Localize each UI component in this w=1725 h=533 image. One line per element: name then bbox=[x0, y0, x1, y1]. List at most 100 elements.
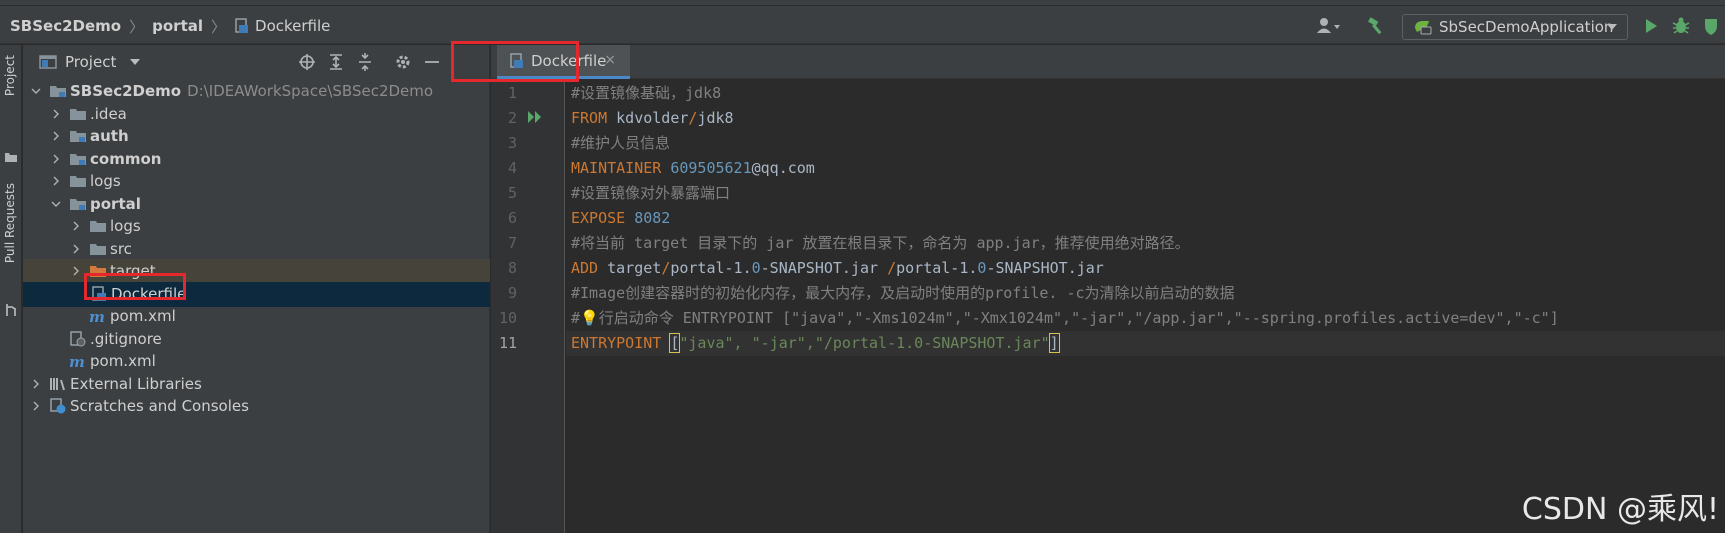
project-tool-window-tab[interactable]: Project bbox=[3, 55, 17, 96]
chevron-down-icon bbox=[31, 88, 41, 94]
breadcrumb-file-label: Dockerfile bbox=[255, 17, 331, 35]
chevron-right-icon bbox=[73, 244, 79, 253]
folder-icon bbox=[90, 221, 106, 232]
tree-item-external-libraries[interactable]: External Libraries bbox=[23, 372, 490, 397]
code-token: EXPOSE bbox=[571, 209, 626, 227]
code-token: "java", "-jar","/portal-1.0-SNAPSHOT.jar… bbox=[679, 334, 1050, 352]
tree-item-idea[interactable]: .idea bbox=[23, 102, 490, 127]
menu-bar-edge bbox=[0, 0, 1725, 6]
tree-item-label: Scratches and Consoles bbox=[70, 397, 249, 415]
code-token: -SNAPSHOT.jar bbox=[986, 259, 1104, 277]
code-token: #Image创建容器时的初始化内存，最大内存，及启动时使用的profile. -… bbox=[571, 284, 1235, 302]
run-gutter-icon[interactable] bbox=[527, 110, 545, 124]
code-line[interactable]: #设置镜像对外暴露端口 bbox=[566, 181, 1725, 206]
debug-button[interactable] bbox=[1671, 14, 1691, 38]
chevron-right-icon bbox=[73, 221, 79, 231]
tree-item-label: .gitignore bbox=[90, 329, 162, 348]
code-token: jdk8 bbox=[697, 109, 734, 127]
user-icon bbox=[1317, 18, 1340, 33]
gear-icon[interactable] bbox=[394, 53, 412, 71]
expand-all-icon[interactable] bbox=[327, 53, 345, 71]
code-line[interactable]: #将当前 target 目录下的 jar 放置在根目录下，命名为 app.jar… bbox=[566, 231, 1725, 256]
code-token: / bbox=[887, 259, 897, 277]
code-token: / bbox=[661, 259, 671, 277]
tree-item-label: .idea bbox=[90, 104, 127, 123]
code-line[interactable]: ADD target/portal-1.0-SNAPSHOT.jar /port… bbox=[566, 256, 1725, 281]
code-token: MAINTAINER bbox=[571, 159, 662, 177]
code-token: #设置镜像对外暴露端口 bbox=[571, 184, 731, 202]
code-line[interactable]: FROM kdvolder/jdk8 bbox=[566, 106, 1725, 131]
code-line[interactable]: ENTRYPOINT ["java", "-jar","/portal-1.0-… bbox=[566, 331, 1725, 356]
svg-text:m: m bbox=[69, 353, 85, 369]
code-line[interactable]: EXPOSE 8082 bbox=[566, 206, 1725, 231]
breadcrumb-separator: 〉 bbox=[211, 17, 227, 36]
line-number: 4 bbox=[507, 159, 517, 177]
code-token: @qq.com bbox=[751, 159, 815, 177]
line-number: 9 bbox=[507, 284, 517, 302]
code-token: #维护人员信息 bbox=[571, 134, 671, 152]
bug-icon bbox=[1672, 17, 1690, 34]
tree-item-label: logs bbox=[110, 217, 141, 235]
line-number: 2 bbox=[507, 109, 517, 127]
chevron-down-icon[interactable] bbox=[130, 59, 141, 65]
shield-icon bbox=[1705, 19, 1717, 35]
code-token: 609505621 bbox=[661, 159, 752, 177]
close-icon[interactable]: × bbox=[604, 52, 616, 68]
tree-item-scratches[interactable]: Scratches and Consoles bbox=[23, 394, 490, 419]
code-token: #设置镜像基础，jdk8 bbox=[571, 84, 722, 102]
breadcrumb-project[interactable]: SBSec2Demo bbox=[10, 17, 121, 35]
code-line[interactable]: #维护人员信息 bbox=[566, 131, 1725, 156]
project-panel-header: Project bbox=[23, 45, 490, 79]
breadcrumb: SBSec2Demo 〉 portal 〉 Dockerfile bbox=[10, 16, 330, 36]
project-path: D:\IDEAWorkSpace\SBSec2Demo bbox=[187, 82, 434, 100]
run-configuration-label: SbSecDemoApplication bbox=[1439, 18, 1614, 36]
code-line[interactable]: MAINTAINER 609505621@qq.com bbox=[566, 156, 1725, 181]
tree-item-label: auth bbox=[90, 127, 129, 145]
tree-item-root-pom[interactable]: m pom.xml bbox=[23, 349, 490, 374]
tree-item-portal-logs[interactable]: logs bbox=[23, 214, 490, 239]
coverage-button[interactable] bbox=[1703, 14, 1719, 38]
spring-boot-icon bbox=[1415, 21, 1432, 35]
folder-icon bbox=[90, 243, 106, 255]
tree-item-common[interactable]: common bbox=[23, 147, 490, 172]
account-button[interactable] bbox=[1316, 14, 1344, 38]
editor-tab-bar: Dockerfile × bbox=[491, 45, 1725, 79]
tree-item-root[interactable]: SBSec2Demo D:\IDEAWorkSpace\SBSec2Demo bbox=[23, 79, 490, 104]
code-line[interactable]: #设置镜像基础，jdk8 bbox=[566, 81, 1725, 106]
module-folder-icon bbox=[70, 131, 86, 142]
code-token: 8082 bbox=[625, 209, 671, 227]
editor: Dockerfile × 1 2 3 4 5 6 7 8 9 10 11 #设置镜像基础，jdk8 F… bbox=[491, 45, 1725, 533]
breadcrumb-module[interactable]: portal bbox=[152, 17, 203, 35]
tree-item-logs[interactable]: logs bbox=[23, 169, 490, 194]
folder-icon bbox=[5, 153, 17, 162]
highlight-box-tree-item bbox=[84, 273, 186, 300]
collapse-all-icon[interactable] bbox=[356, 53, 374, 71]
tree-item-gitignore[interactable]: .gitignore bbox=[23, 327, 490, 352]
line-number: 11 bbox=[498, 334, 517, 352]
tree-item-src[interactable]: src bbox=[23, 237, 490, 262]
code-token: -SNAPSHOT.jar bbox=[760, 259, 888, 277]
code-token: kdvolder bbox=[607, 109, 689, 127]
pull-requests-tool-window-tab[interactable]: Pull Requests bbox=[3, 183, 17, 263]
chevron-right-icon bbox=[53, 131, 59, 141]
code-token: ENTRYPOINT bbox=[571, 334, 662, 352]
code-line[interactable]: #Image创建容器时的初始化内存，最大内存，及启动时使用的profile. -… bbox=[566, 281, 1725, 306]
code-token: 0 bbox=[751, 259, 761, 277]
project-view-icon bbox=[39, 55, 57, 69]
tree-item-portal[interactable]: portal bbox=[23, 192, 490, 217]
tree-item-portal-pom[interactable]: m pom.xml bbox=[23, 304, 490, 329]
locate-icon[interactable] bbox=[298, 53, 316, 71]
tree-item-auth[interactable]: auth bbox=[23, 124, 490, 149]
code-line[interactable]: #💡行启动命令 ENTRYPOINT ["java","-Xms1024m","… bbox=[566, 306, 1725, 331]
code-token: # bbox=[571, 309, 581, 327]
scratches-icon bbox=[50, 398, 66, 414]
breadcrumb-file[interactable]: Dockerfile bbox=[234, 17, 330, 35]
run-configuration-select[interactable]: SbSecDemoApplication bbox=[1402, 14, 1628, 40]
code-token: ADD bbox=[571, 259, 599, 277]
run-button[interactable] bbox=[1643, 14, 1659, 38]
build-button[interactable] bbox=[1366, 14, 1386, 38]
hide-panel-icon[interactable] bbox=[423, 53, 441, 71]
code-area[interactable]: #设置镜像基础，jdk8 FROM kdvolder/jdk8 #维护人员信息 MAI… bbox=[566, 79, 1725, 533]
project-view-title[interactable]: Project bbox=[65, 53, 116, 71]
maven-icon: m bbox=[69, 353, 85, 369]
